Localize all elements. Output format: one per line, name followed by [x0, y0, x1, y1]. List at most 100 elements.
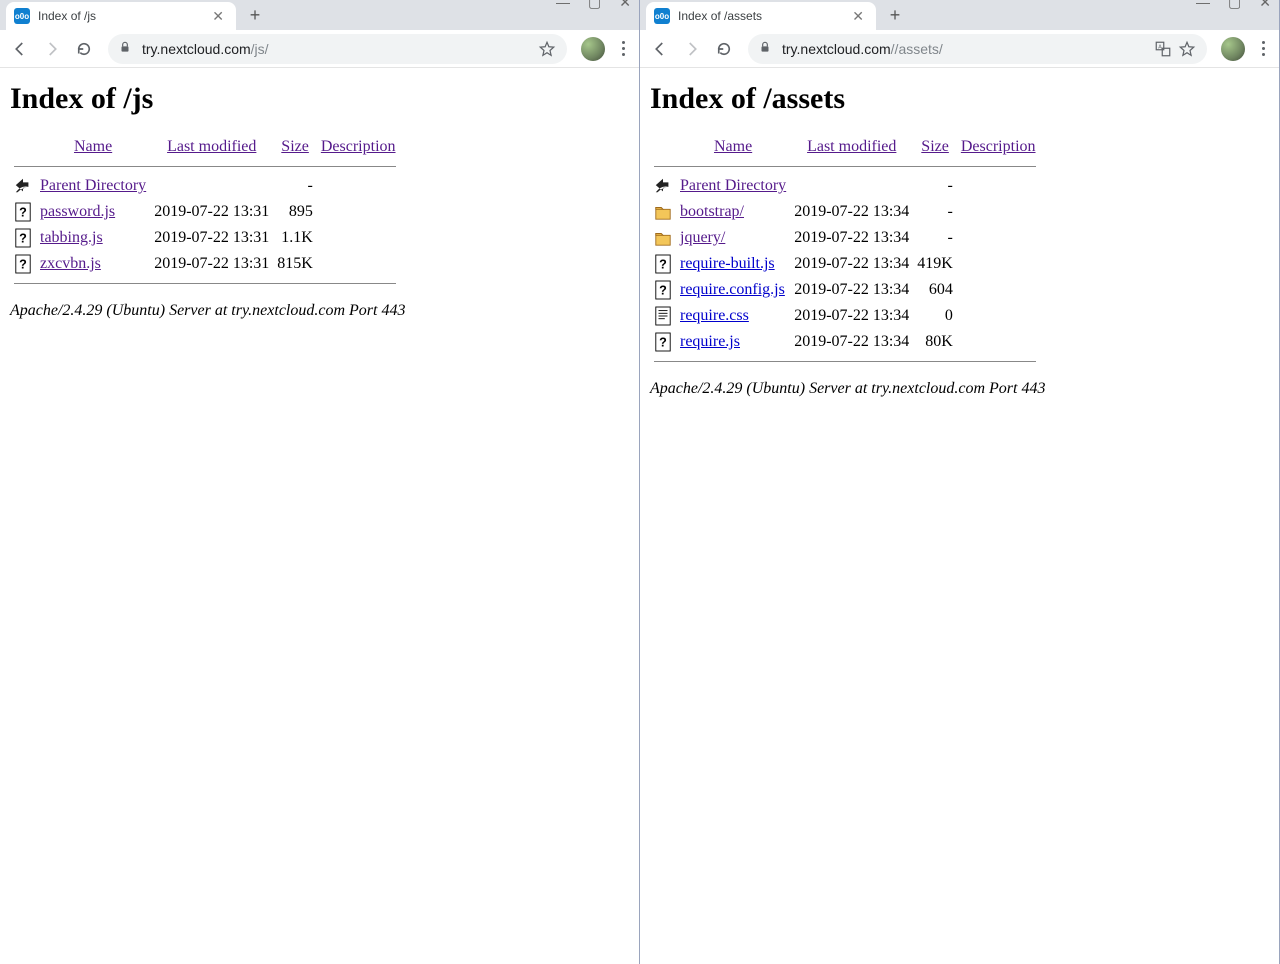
address-bar[interactable]: try.nextcloud.com//assets/: [748, 34, 1207, 64]
column-size[interactable]: Size: [921, 138, 949, 155]
column-description[interactable]: Description: [961, 138, 1036, 155]
modified-cell: 2019-07-22 13:34: [790, 251, 913, 277]
page-heading: Index of /js: [10, 82, 629, 116]
table-row: require.css 2019-07-22 13:340: [650, 303, 1040, 329]
browser-toolbar: try.nextcloud.com//assets/: [640, 30, 1279, 68]
modified-cell: 2019-07-22 13:34: [790, 277, 913, 303]
parent-directory-link[interactable]: Parent Directory: [40, 177, 146, 194]
maximize-button[interactable]: ▢: [588, 0, 601, 11]
minimize-button[interactable]: —: [1196, 0, 1210, 11]
table-header-row: Name Last modified Size Description: [10, 138, 400, 160]
server-footer: Apache/2.4.29 (Ubuntu) Server at try.nex…: [10, 302, 629, 320]
table-row: bootstrap/2019-07-22 13:34-: [650, 199, 1040, 225]
back-icon: [654, 175, 672, 197]
file-type-icon: [14, 253, 32, 275]
browser-menu-button[interactable]: [613, 37, 633, 60]
size-cell: 419K: [913, 251, 957, 277]
lock-icon: [118, 40, 132, 57]
file-link[interactable]: tabbing.js: [40, 229, 103, 246]
close-window-button[interactable]: ✕: [1259, 0, 1271, 11]
browser-toolbar: try.nextcloud.com/js/: [0, 30, 639, 68]
file-type-icon: [654, 253, 672, 275]
page-content: Index of /js Name Last modified Size Des…: [0, 68, 639, 964]
table-row: password.js2019-07-22 13:31895: [10, 199, 400, 225]
favicon-icon: o0o: [654, 8, 670, 24]
address-bar[interactable]: try.nextcloud.com/js/: [108, 34, 567, 64]
table-row: require-built.js 2019-07-22 13:34419K: [650, 251, 1040, 277]
file-link[interactable]: require.css: [680, 307, 749, 324]
file-link[interactable]: require.js: [680, 333, 740, 350]
table-row: jquery/2019-07-22 13:34-: [650, 225, 1040, 251]
new-tab-button[interactable]: +: [882, 2, 908, 28]
size-cell: 0: [913, 303, 957, 329]
browser-window-left: — ▢ ✕ o0o Index of /js ✕ + try.nextcloud…: [0, 0, 640, 964]
size-cell: -: [913, 199, 957, 225]
size-cell: 895: [273, 199, 317, 225]
column-description[interactable]: Description: [321, 138, 396, 155]
server-footer: Apache/2.4.29 (Ubuntu) Server at try.nex…: [650, 380, 1269, 398]
tab-strip: o0o Index of /js ✕ +: [0, 0, 639, 30]
column-name[interactable]: Name: [74, 138, 112, 155]
table-row: zxcvbn.js 2019-07-22 13:31815K: [10, 251, 400, 277]
file-link[interactable]: password.js: [40, 203, 115, 220]
forward-button[interactable]: [678, 35, 706, 63]
reload-button[interactable]: [70, 35, 98, 63]
file-type-icon: [654, 305, 672, 327]
close-tab-button[interactable]: ✕: [848, 8, 868, 25]
directory-listing: Name Last modified Size Description Pare…: [650, 138, 1040, 368]
browser-menu-button[interactable]: [1253, 37, 1273, 60]
bookmark-star-icon[interactable]: [537, 39, 557, 59]
browser-tab[interactable]: o0o Index of /js ✕: [6, 2, 236, 30]
modified-cell: 2019-07-22 13:34: [790, 303, 913, 329]
url-host: try.nextcloud.com: [782, 41, 891, 57]
parent-directory-link[interactable]: Parent Directory: [680, 177, 786, 194]
file-type-icon: [654, 201, 672, 223]
profile-avatar[interactable]: [1221, 37, 1245, 61]
table-row: require.config.js 2019-07-22 13:34604: [650, 277, 1040, 303]
window-controls: — ▢ ✕: [556, 0, 631, 11]
maximize-button[interactable]: ▢: [1228, 0, 1241, 11]
minimize-button[interactable]: —: [556, 0, 570, 11]
file-link[interactable]: require.config.js: [680, 281, 785, 298]
close-tab-button[interactable]: ✕: [208, 8, 228, 25]
profile-avatar[interactable]: [581, 37, 605, 61]
modified-cell: 2019-07-22 13:34: [790, 199, 913, 225]
modified-cell: 2019-07-22 13:31: [150, 251, 273, 277]
file-type-icon: [654, 227, 672, 249]
bookmark-star-icon[interactable]: [1177, 39, 1197, 59]
back-button[interactable]: [6, 35, 34, 63]
tab-title: Index of /js: [38, 9, 208, 23]
translate-icon[interactable]: [1153, 39, 1173, 59]
table-row: require.js2019-07-22 13:3480K: [650, 329, 1040, 355]
parent-directory-row: Parent Directory -: [10, 173, 400, 199]
column-size[interactable]: Size: [281, 138, 309, 155]
table-row: tabbing.js 2019-07-22 13:311.1K: [10, 225, 400, 251]
browser-tab[interactable]: o0o Index of /assets ✕: [646, 2, 876, 30]
file-type-icon: [654, 331, 672, 353]
page-content: Index of /assets Name Last modified Size…: [640, 68, 1279, 964]
page-heading: Index of /assets: [650, 82, 1269, 116]
close-window-button[interactable]: ✕: [619, 0, 631, 11]
file-link[interactable]: zxcvbn.js: [40, 255, 101, 272]
file-type-icon: [14, 227, 32, 249]
new-tab-button[interactable]: +: [242, 2, 268, 28]
size-cell: 1.1K: [273, 225, 317, 251]
back-button[interactable]: [646, 35, 674, 63]
column-modified[interactable]: Last modified: [167, 138, 256, 155]
column-modified[interactable]: Last modified: [807, 138, 896, 155]
modified-cell: 2019-07-22 13:31: [150, 225, 273, 251]
size-cell: 604: [913, 277, 957, 303]
reload-button[interactable]: [710, 35, 738, 63]
size-cell: 80K: [913, 329, 957, 355]
column-name[interactable]: Name: [714, 138, 752, 155]
url-path: /js/: [251, 41, 269, 57]
file-link[interactable]: jquery/: [680, 229, 725, 246]
size-cell: -: [913, 225, 957, 251]
parent-directory-row: Parent Directory -: [650, 173, 1040, 199]
file-link[interactable]: bootstrap/: [680, 203, 744, 220]
forward-button[interactable]: [38, 35, 66, 63]
size-cell: 815K: [273, 251, 317, 277]
favicon-icon: o0o: [14, 8, 30, 24]
url-host: try.nextcloud.com: [142, 41, 251, 57]
file-link[interactable]: require-built.js: [680, 255, 775, 272]
